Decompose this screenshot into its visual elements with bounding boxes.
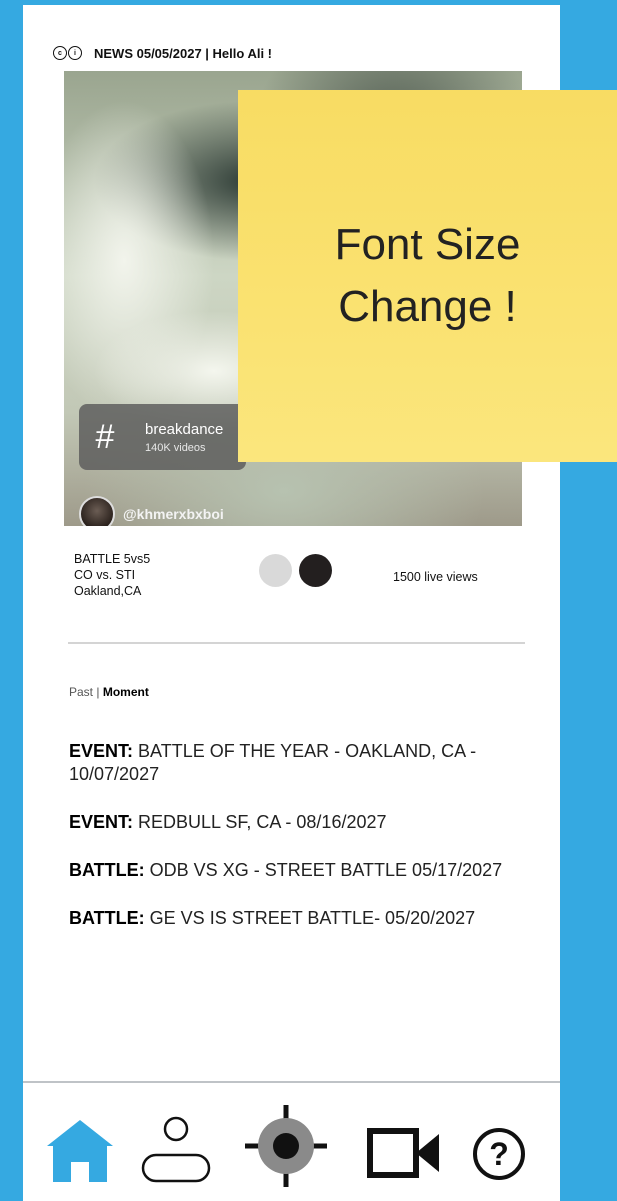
handle-name: @khmerxbxboi (123, 506, 224, 522)
sticky-note: Font Size Change ! (238, 90, 617, 462)
hashtag-name: breakdance (145, 420, 224, 438)
list-item[interactable]: BATTLE: ODB VS XG - STREET BATTLE 05/17/… (69, 859, 539, 882)
list-item[interactable]: EVENT: REDBULL SF, CA - 08/16/2027 (69, 811, 539, 834)
hashtag-chip[interactable]: # breakdance 140K videos (79, 404, 246, 470)
sticky-note-text: Font Size Change ! (258, 214, 598, 338)
svg-text:?: ? (489, 1136, 509, 1172)
cc-circle-icon: i (68, 46, 82, 60)
home-icon[interactable] (45, 1116, 115, 1189)
event-text: GE VS IS STREET BATTLE- 05/20/2027 (149, 908, 476, 928)
user-handle[interactable]: @khmerxbxboi (79, 496, 224, 526)
light-dot-toggle[interactable] (259, 554, 292, 587)
bottom-nav: ? (23, 1081, 560, 1201)
event-keyword: EVENT: (69, 812, 134, 832)
live-views: 1500 live views (393, 570, 478, 584)
dark-dot-toggle[interactable] (299, 554, 332, 587)
battle-title: BATTLE 5vs5 (74, 552, 151, 566)
sticky-note-line: Change ! (338, 282, 517, 331)
list-item[interactable]: EVENT: BATTLE OF THE YEAR - OAKLAND, CA … (69, 740, 539, 786)
divider (68, 642, 525, 644)
hashtag-icon: # (95, 417, 114, 456)
hashtag-count: 140K videos (145, 441, 206, 454)
list-item[interactable]: BATTLE: GE VS IS STREET BATTLE- 05/20/20… (69, 907, 539, 930)
profile-icon[interactable] (140, 1113, 212, 1190)
sticky-note-line: Font Size (334, 220, 521, 269)
news-title: NEWS 05/05/2027 | Hello Ali ! (94, 45, 273, 61)
location-icon[interactable] (243, 1103, 329, 1194)
tab-past[interactable]: Past (69, 685, 93, 699)
creative-commons-icon: ci (53, 46, 82, 60)
event-keyword: BATTLE: (69, 908, 145, 928)
help-icon[interactable]: ? (471, 1126, 527, 1187)
tab-separator: | (96, 685, 100, 699)
past-moment-tabs: Past | Moment (69, 685, 149, 699)
event-text: REDBULL SF, CA - 08/16/2027 (138, 812, 387, 832)
event-text: ODB VS XG - STREET BATTLE 05/17/2027 (149, 860, 503, 880)
battle-teams: CO vs. STI (74, 568, 136, 582)
cc-circle-icon: c (53, 46, 67, 60)
video-camera-icon[interactable] (367, 1126, 441, 1185)
battle-location: Oakland,CA (74, 584, 142, 598)
event-keyword: EVENT: (69, 741, 134, 761)
avatar[interactable] (79, 496, 115, 526)
event-keyword: BATTLE: (69, 860, 145, 880)
tab-moment[interactable]: Moment (103, 685, 149, 699)
battle-info: BATTLE 5vs5 CO vs. STI Oakland,CA (74, 551, 150, 599)
event-list: EVENT: BATTLE OF THE YEAR - OAKLAND, CA … (69, 740, 539, 955)
header: ci NEWS 05/05/2027 | Hello Ali ! (53, 43, 272, 63)
